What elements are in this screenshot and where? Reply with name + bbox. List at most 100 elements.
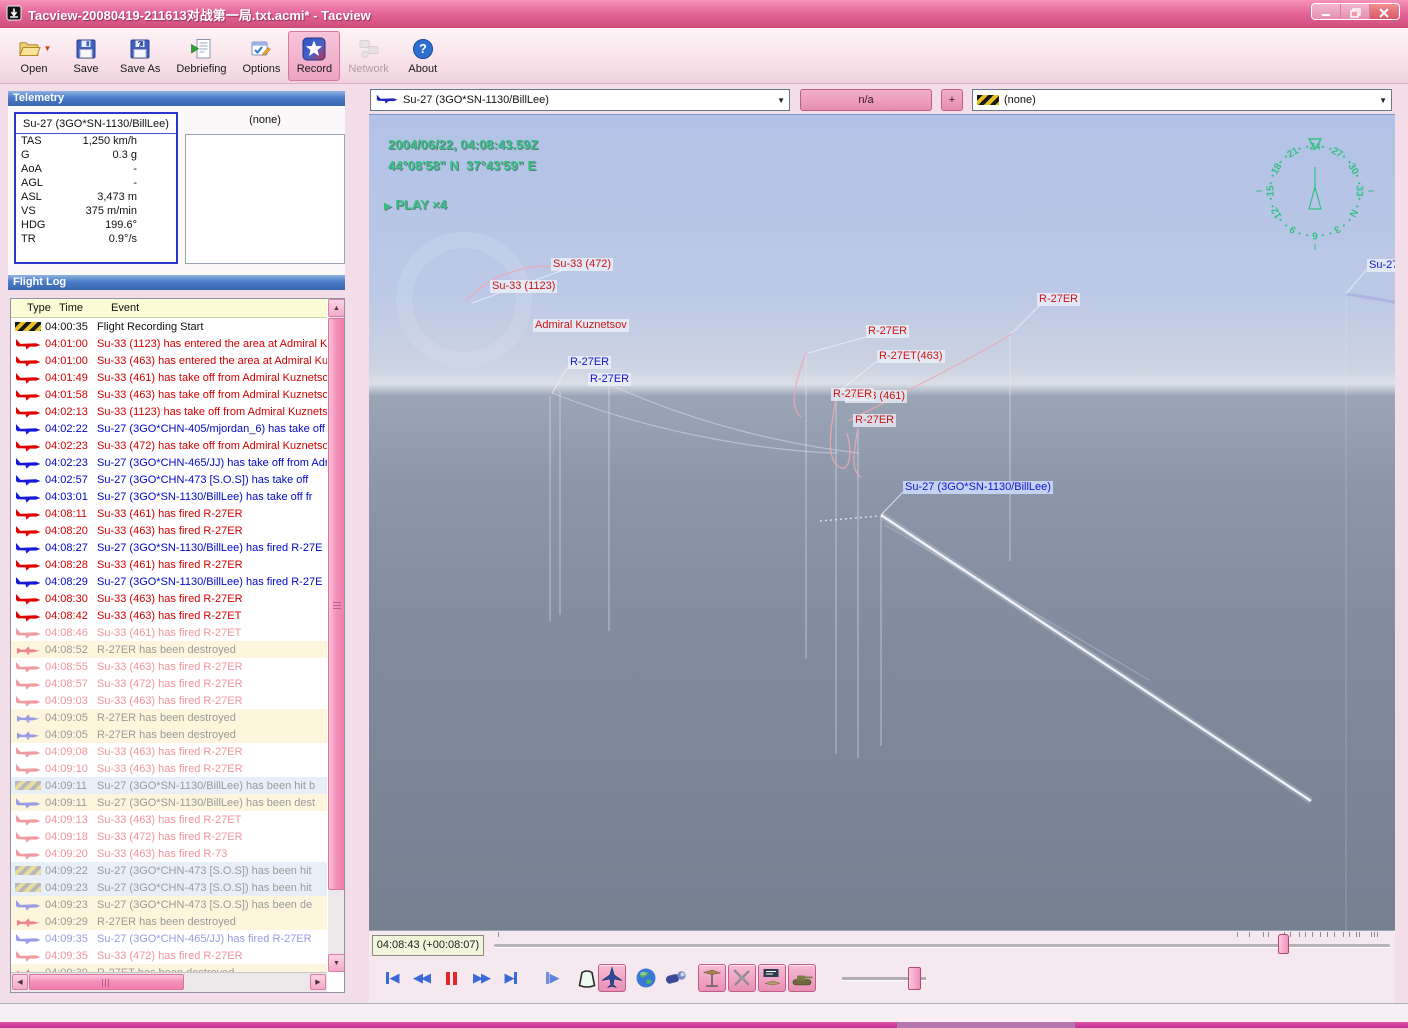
step-forward-button[interactable]: ▶ (538, 966, 564, 990)
flight-log-row[interactable]: 04:09:08 Su-33 (463) has fired R-27ER (11, 743, 327, 760)
flight-log-row[interactable]: 04:09:11 Su-27 (3GO*SN-1130/BillLee) has … (11, 794, 327, 811)
rewind-button[interactable]: ◀◀ (408, 966, 434, 990)
flight-log-row[interactable]: 04:09:35 Su-33 (472) has fired R-27ER (11, 947, 327, 964)
object-label[interactable]: R-27ER (866, 325, 910, 338)
flight-log-row[interactable]: 04:02:13 Su-33 (1123) has take off from A… (11, 403, 327, 420)
hscroll-thumb[interactable] (29, 974, 184, 990)
taskbar-active-app[interactable] (897, 1022, 1075, 1028)
flight-log-row[interactable]: 04:08:29 Su-27 (3GO*SN-1130/BillLee) has … (11, 573, 327, 590)
titlebar[interactable]: Tacview-20080419-211613对战第一局.txt.acmi* -… (0, 0, 1408, 28)
zoom-slider-thumb[interactable] (908, 967, 921, 990)
3d-view[interactable]: 2004/06/22, 04:08:43.59Z 44°08'58" N 37°… (369, 114, 1395, 930)
object-label[interactable]: Su-27 (1367, 259, 1395, 272)
taskbar-strip[interactable] (0, 1022, 1408, 1028)
event-time: 04:01:00 (45, 337, 88, 350)
open-button[interactable]: ▼ Open (8, 31, 60, 81)
aircraft-model-toggle[interactable] (598, 964, 626, 992)
flight-log-row[interactable]: 04:02:22 Su-27 (3GO*CHN-405/mjordan_6) ha… (11, 420, 327, 437)
object-label[interactable]: Su-27 (3GO*SN-1130/BillLee) (903, 481, 1053, 494)
flight-log-row[interactable]: 04:09:35 Su-27 (3GO*CHN-465/JJ) has fired… (11, 930, 327, 947)
object-label[interactable]: R-27ER (588, 373, 632, 386)
telemetry-primary-box[interactable]: Su-27 (3GO*SN-1130/BillLee) TAS 1,250 km/… (14, 112, 178, 264)
options-button[interactable]: Options (235, 31, 289, 81)
flight-log-row[interactable]: 04:08:42 Su-33 (463) has fired R-27ET (11, 607, 327, 624)
flight-log-row[interactable]: 04:08:55 Su-33 (463) has fired R-27ER (11, 658, 327, 675)
flight-log-row[interactable]: 04:09:20 Su-33 (463) has fired R-73 (11, 845, 327, 862)
flight-log-row[interactable]: 04:09:13 Su-33 (463) has fired R-27ET (11, 811, 327, 828)
object-label[interactable]: R-27ER (831, 388, 875, 401)
flight-log-row[interactable]: 04:09:18 Su-33 (472) has fired R-27ER (11, 828, 327, 845)
object-label[interactable]: R-27ER (1037, 293, 1081, 306)
save-button[interactable]: Save (60, 31, 112, 81)
flight-log-row[interactable]: 04:01:00 Su-33 (463) has entered the area… (11, 352, 327, 369)
flight-log-row[interactable]: 04:02:23 Su-27 (3GO*CHN-465/JJ) has take … (11, 454, 327, 471)
na-button[interactable]: n/a (800, 89, 932, 111)
flight-log-row[interactable]: 04:03:01 Su-27 (3GO*SN-1130/BillLee) has … (11, 488, 327, 505)
object-label[interactable]: Su-33 (1123) (490, 280, 558, 293)
globe-view-toggle[interactable] (632, 964, 660, 992)
object-label[interactable]: R-27ET(463) (877, 350, 945, 363)
scroll-up-button[interactable]: ▲ (328, 299, 344, 317)
about-button[interactable]: ? About (397, 31, 449, 81)
flight-log-row[interactable]: 04:01:58 Su-33 (463) has take off from Ad… (11, 386, 327, 403)
flight-log-row[interactable]: 04:09:05 R-27ER has been destroyed (11, 709, 327, 726)
flight-log-row[interactable]: 04:01:00 Su-33 (1123) has entered the are… (11, 335, 327, 352)
event-text: Su-33 (472) has fired R-27ER (97, 677, 243, 690)
fast-forward-button[interactable]: ▶▶ (468, 966, 494, 990)
flight-log-row[interactable]: 04:01:49 Su-33 (461) has take off from Ad… (11, 369, 327, 386)
flight-log-row[interactable]: 04:09:22 Su-27 (3GO*CHN-473 [S.O.S]) has … (11, 862, 327, 879)
minimize-button[interactable] (1312, 4, 1341, 19)
timeline-thumb[interactable] (1278, 934, 1289, 954)
flight-log-row[interactable]: 04:09:23 Su-27 (3GO*CHN-473 [S.O.S]) has … (11, 879, 327, 896)
event-time: 04:09:03 (45, 694, 88, 707)
flight-log-row[interactable]: 04:08:57 Su-33 (472) has fired R-27ER (11, 675, 327, 692)
scroll-right-button[interactable]: ▶ (310, 974, 326, 990)
telemetry-secondary-box[interactable] (185, 134, 345, 264)
cockpit-view-toggle[interactable] (573, 964, 601, 992)
flight-log-row[interactable]: 04:08:27 Su-27 (3GO*SN-1130/BillLee) has … (11, 539, 327, 556)
scroll-left-button[interactable]: ◀ (12, 974, 28, 990)
vscroll-thumb[interactable] (328, 318, 344, 890)
skip-to-end-button[interactable]: ▶ (498, 966, 524, 990)
flight-log-row[interactable]: 04:00:35 Flight Recording Start (11, 318, 327, 335)
skip-to-start-button[interactable]: ◀ (378, 966, 404, 990)
object-label[interactable]: R-27ER (568, 356, 612, 369)
flight-log-row[interactable]: 04:09:03 Su-33 (463) has fired R-27ER (11, 692, 327, 709)
flight-log-row[interactable]: 04:09:11 Su-27 (3GO*SN-1130/BillLee) has … (11, 777, 327, 794)
timeline-slider[interactable] (494, 944, 1390, 947)
ground-vehicles-toggle[interactable] (788, 964, 816, 992)
flight-log-row[interactable]: 04:08:28 Su-33 (461) has fired R-27ER (11, 556, 327, 573)
close-button[interactable] (1370, 4, 1399, 19)
flight-log-row[interactable]: 04:09:05 R-27ER has been destroyed (11, 726, 327, 743)
flight-log-columns[interactable]: Type Time Event (11, 299, 327, 318)
save-as-button[interactable]: ? Save As (112, 31, 168, 81)
debriefing-button[interactable]: Debriefing (168, 31, 234, 81)
label-board-toggle[interactable] (758, 964, 786, 992)
flight-log-row[interactable]: 04:09:10 Su-33 (463) has fired R-27ER (11, 760, 327, 777)
flight-log-row[interactable]: 04:08:11 Su-33 (461) has fired R-27ER (11, 505, 327, 522)
flight-log-row[interactable]: 04:08:30 Su-33 (463) has fired R-27ER (11, 590, 327, 607)
camera-view-toggle[interactable] (662, 964, 690, 992)
flight-log-row[interactable]: 04:02:57 Su-27 (3GO*CHN-473 [S.O.S]) has … (11, 471, 327, 488)
telemetry-object-title: Su-27 (3GO*SN-1130/BillLee) (16, 114, 176, 134)
flight-log-row[interactable]: 04:09:39R-27ET has been destroyed (11, 964, 327, 972)
open-dropdown-caret[interactable]: ▼ (44, 44, 52, 53)
tertiary-object-combo[interactable]: (none) ▼ (972, 89, 1392, 111)
primary-object-combo[interactable]: Su-27 (3GO*SN-1130/BillLee) ▼ (370, 89, 790, 111)
maximize-button[interactable] (1341, 4, 1370, 19)
object-label[interactable]: Admiral Kuznetsov (533, 319, 629, 332)
missile-display-toggle[interactable] (728, 964, 756, 992)
add-object-button[interactable]: + (941, 89, 963, 111)
flight-log-row[interactable]: 04:08:46 Su-33 (461) has fired R-27ET (11, 624, 327, 641)
aircraft-stand-toggle[interactable] (698, 964, 726, 992)
object-label[interactable]: R-27ER (853, 414, 897, 427)
scroll-down-button[interactable]: ▼ (328, 954, 344, 972)
record-button[interactable]: Record (288, 30, 341, 81)
flight-log-row[interactable]: 04:09:23 Su-27 (3GO*CHN-473 [S.O.S]) has … (11, 896, 327, 913)
flight-log-row[interactable]: 04:08:52 R-27ER has been destroyed (11, 641, 327, 658)
object-label[interactable]: Su-33 (472) (551, 258, 614, 271)
flight-log-row[interactable]: 04:02:23 Su-33 (472) has take off from Ad… (11, 437, 327, 454)
flight-log-row[interactable]: 04:08:20 Su-33 (463) has fired R-27ER (11, 522, 327, 539)
flight-log-row[interactable]: 04:09:29 R-27ER has been destroyed (11, 913, 327, 930)
pause-button[interactable] (438, 966, 464, 990)
